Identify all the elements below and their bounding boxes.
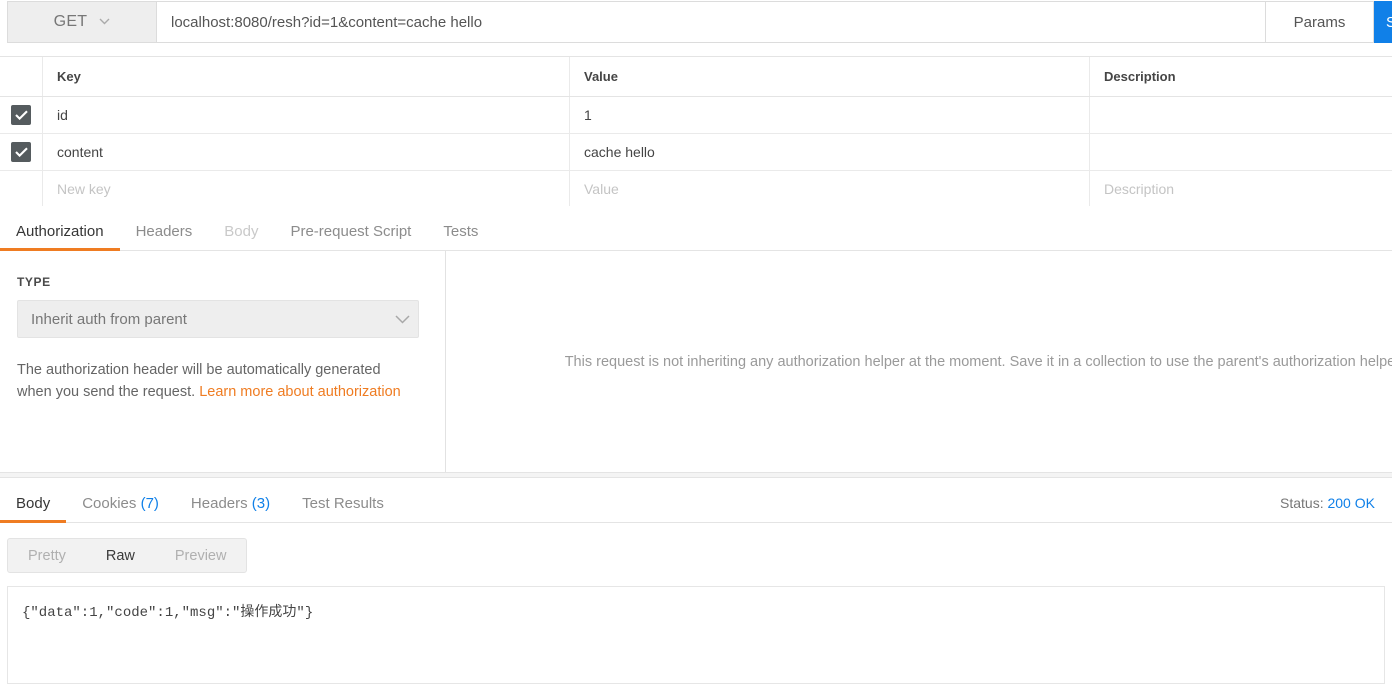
table-row: content cache hello: [0, 134, 1392, 171]
request-config-tabs: Authorization Headers Body Pre-request S…: [0, 206, 1392, 251]
response-tab-headers[interactable]: Headers (3): [175, 495, 286, 522]
param-key-input[interactable]: content: [43, 134, 570, 170]
auth-inherit-message-panel: This request is not inheriting any autho…: [446, 251, 1392, 472]
send-button[interactable]: Send: [1374, 1, 1392, 43]
status-label: Status:: [1280, 495, 1324, 511]
response-tab-cookies-label: Cookies: [82, 495, 136, 512]
param-value-text: 1: [584, 107, 592, 123]
param-key-text: content: [57, 144, 103, 160]
new-param-value-input[interactable]: Value: [570, 171, 1090, 207]
new-value-placeholder: Value: [584, 181, 619, 197]
request-url-bar: GET localhost:8080/resh?id=1&content=cac…: [0, 0, 1392, 44]
auth-type-select[interactable]: Inherit auth from parent: [17, 300, 419, 338]
new-param-description-input[interactable]: Description: [1090, 171, 1392, 207]
row-checkbox-cell: [0, 134, 43, 170]
status-badge: Status: 200 OK: [1280, 495, 1392, 522]
response-tab-headers-label: Headers: [191, 495, 248, 512]
response-tab-body[interactable]: Body: [0, 495, 66, 522]
param-value-input[interactable]: 1: [570, 97, 1090, 133]
row-checkbox-cell: [0, 97, 43, 133]
tab-headers[interactable]: Headers: [120, 223, 209, 250]
request-url-input[interactable]: localhost:8080/resh?id=1&content=cache h…: [157, 1, 1266, 43]
http-method-select[interactable]: GET: [7, 1, 157, 43]
response-tab-test-results[interactable]: Test Results: [286, 495, 400, 522]
cookies-count-badge: (7): [141, 495, 159, 512]
tab-tests[interactable]: Tests: [427, 223, 494, 250]
table-header-row: Key Value Description: [0, 57, 1392, 97]
param-description-input[interactable]: [1090, 134, 1392, 170]
tab-pre-request-script[interactable]: Pre-request Script: [274, 223, 427, 250]
header-cell-value: Value: [570, 57, 1090, 96]
auth-type-column: TYPE Inherit auth from parent The author…: [0, 251, 446, 472]
param-value-input[interactable]: cache hello: [570, 134, 1090, 170]
tab-body[interactable]: Body: [208, 223, 274, 250]
response-format-toggle: Pretty Raw Preview: [7, 538, 247, 573]
http-method-label: GET: [54, 13, 88, 31]
auth-help-note: The authorization header will be automat…: [17, 359, 419, 403]
row-checkbox-cell-empty: [0, 171, 43, 207]
auth-type-label: TYPE: [17, 275, 419, 289]
format-pretty-button[interactable]: Pretty: [8, 539, 86, 572]
format-raw-button[interactable]: Raw: [86, 539, 155, 572]
param-description-input[interactable]: [1090, 97, 1392, 133]
tab-authorization[interactable]: Authorization: [0, 223, 120, 250]
table-row: id 1: [0, 97, 1392, 134]
status-value: 200 OK: [1327, 495, 1374, 511]
chevron-down-icon: [99, 18, 110, 25]
param-key-input[interactable]: id: [43, 97, 570, 133]
checkmark-icon: [15, 110, 28, 120]
new-key-placeholder: New key: [57, 181, 111, 197]
response-body-viewer[interactable]: {"data":1,"code":1,"msg":"操作成功"}: [7, 586, 1385, 684]
param-value-text: cache hello: [584, 144, 655, 160]
format-preview-button[interactable]: Preview: [155, 539, 247, 572]
new-param-key-input[interactable]: New key: [43, 171, 570, 207]
query-params-table: Key Value Description id 1 content cache…: [0, 56, 1392, 208]
new-description-placeholder: Description: [1104, 181, 1174, 197]
param-enabled-checkbox[interactable]: [11, 142, 31, 162]
authorization-panel: TYPE Inherit auth from parent The author…: [0, 251, 1392, 472]
response-format-toggle-row: Pretty Raw Preview: [7, 538, 247, 573]
auth-type-value: Inherit auth from parent: [31, 311, 383, 328]
headers-count-badge: (3): [252, 495, 270, 512]
header-cell-checkbox: [0, 57, 43, 96]
auth-inherit-message: This request is not inheriting any autho…: [565, 354, 1392, 370]
response-tab-cookies[interactable]: Cookies (7): [66, 495, 175, 522]
response-tabs: Body Cookies (7) Headers (3) Test Result…: [0, 478, 1392, 523]
params-button[interactable]: Params: [1266, 1, 1374, 43]
param-enabled-checkbox[interactable]: [11, 105, 31, 125]
table-row-new: New key Value Description: [0, 171, 1392, 208]
param-key-text: id: [57, 107, 68, 123]
checkmark-icon: [15, 147, 28, 157]
chevron-down-icon: [395, 315, 406, 322]
header-cell-description: Description: [1090, 57, 1392, 96]
header-cell-key: Key: [43, 57, 570, 96]
learn-more-link[interactable]: Learn more about authorization: [199, 384, 401, 400]
